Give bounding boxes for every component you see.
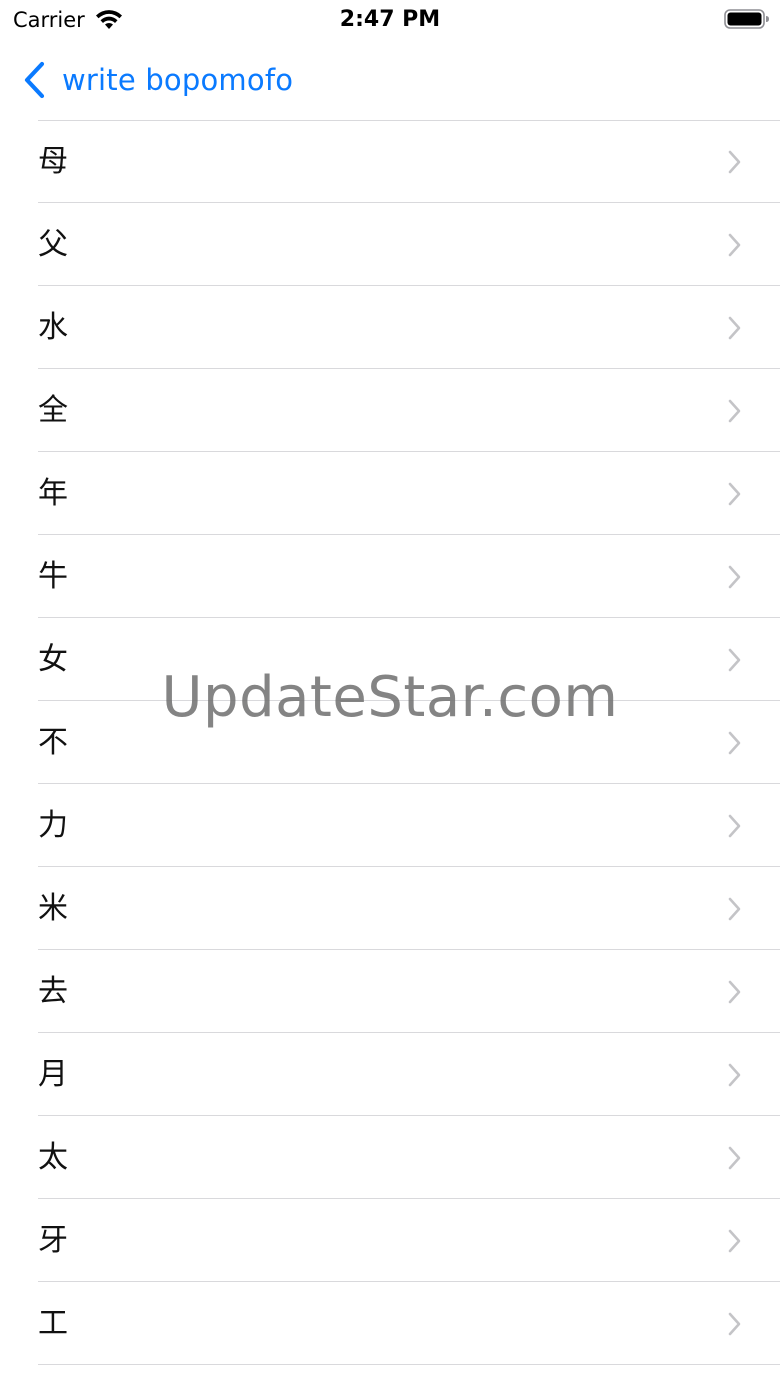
chevron-right-icon [728,1229,741,1253]
list-item[interactable]: 工 [0,1282,780,1365]
list-item-label: 水 [38,310,68,345]
list-item[interactable]: 力 [0,784,780,867]
character-list: 母父水全年牛女不力米去月太牙工 [0,120,780,1365]
list-item[interactable]: 牙 [0,1199,780,1282]
chevron-right-icon [728,731,741,755]
list-item-label: 牙 [38,1223,68,1258]
list-item[interactable]: 女 [0,618,780,701]
list-item[interactable]: 米 [0,867,780,950]
list-item-label: 工 [38,1306,68,1341]
list-item[interactable]: 母 [0,120,780,203]
list-item-label: 女 [38,642,68,677]
battery-icon [724,9,769,29]
chevron-left-icon [24,61,45,99]
chevron-right-icon [728,897,741,921]
list-item[interactable]: 月 [0,1033,780,1116]
chevron-right-icon [728,980,741,1004]
status-time: 2:47 PM [339,7,441,32]
navigation-bar: write bopomofo [0,40,780,120]
chevron-right-icon [728,565,741,589]
list-item[interactable]: 全 [0,369,780,452]
list-item-label: 月 [38,1057,68,1092]
list-item[interactable]: 去 [0,950,780,1033]
list-item-label: 全 [38,393,68,428]
back-button[interactable]: write bopomofo [22,58,293,102]
list-item[interactable]: 太 [0,1116,780,1199]
chevron-right-icon [728,1063,741,1087]
chevron-right-icon [728,648,741,672]
list-item-label: 力 [38,808,68,843]
chevron-right-icon [728,233,741,257]
chevron-right-icon [728,399,741,423]
list-item-label: 太 [38,1140,68,1175]
list-item[interactable]: 父 [0,203,780,286]
chevron-right-icon [728,1146,741,1170]
chevron-right-icon [728,150,741,174]
back-button-label: write bopomofo [62,63,294,97]
list-item-label: 母 [38,144,68,179]
status-bar: Carrier 2:47 PM [0,0,780,40]
list-item[interactable]: 牛 [0,535,780,618]
list-item[interactable]: 年 [0,452,780,535]
chevron-right-icon [728,814,741,838]
list-item-label: 米 [38,891,68,926]
chevron-right-icon [728,316,741,340]
list-item[interactable]: 水 [0,286,780,369]
list-item-label: 去 [38,974,68,1009]
list-item-label: 牛 [38,559,68,594]
list-item-label: 父 [38,227,68,262]
list-item[interactable]: 不 [0,701,780,784]
list-item-label: 年 [38,476,68,511]
chevron-right-icon [728,1312,741,1336]
list-item-label: 不 [38,725,68,760]
chevron-right-icon [728,482,741,506]
row-separator [38,1364,780,1365]
